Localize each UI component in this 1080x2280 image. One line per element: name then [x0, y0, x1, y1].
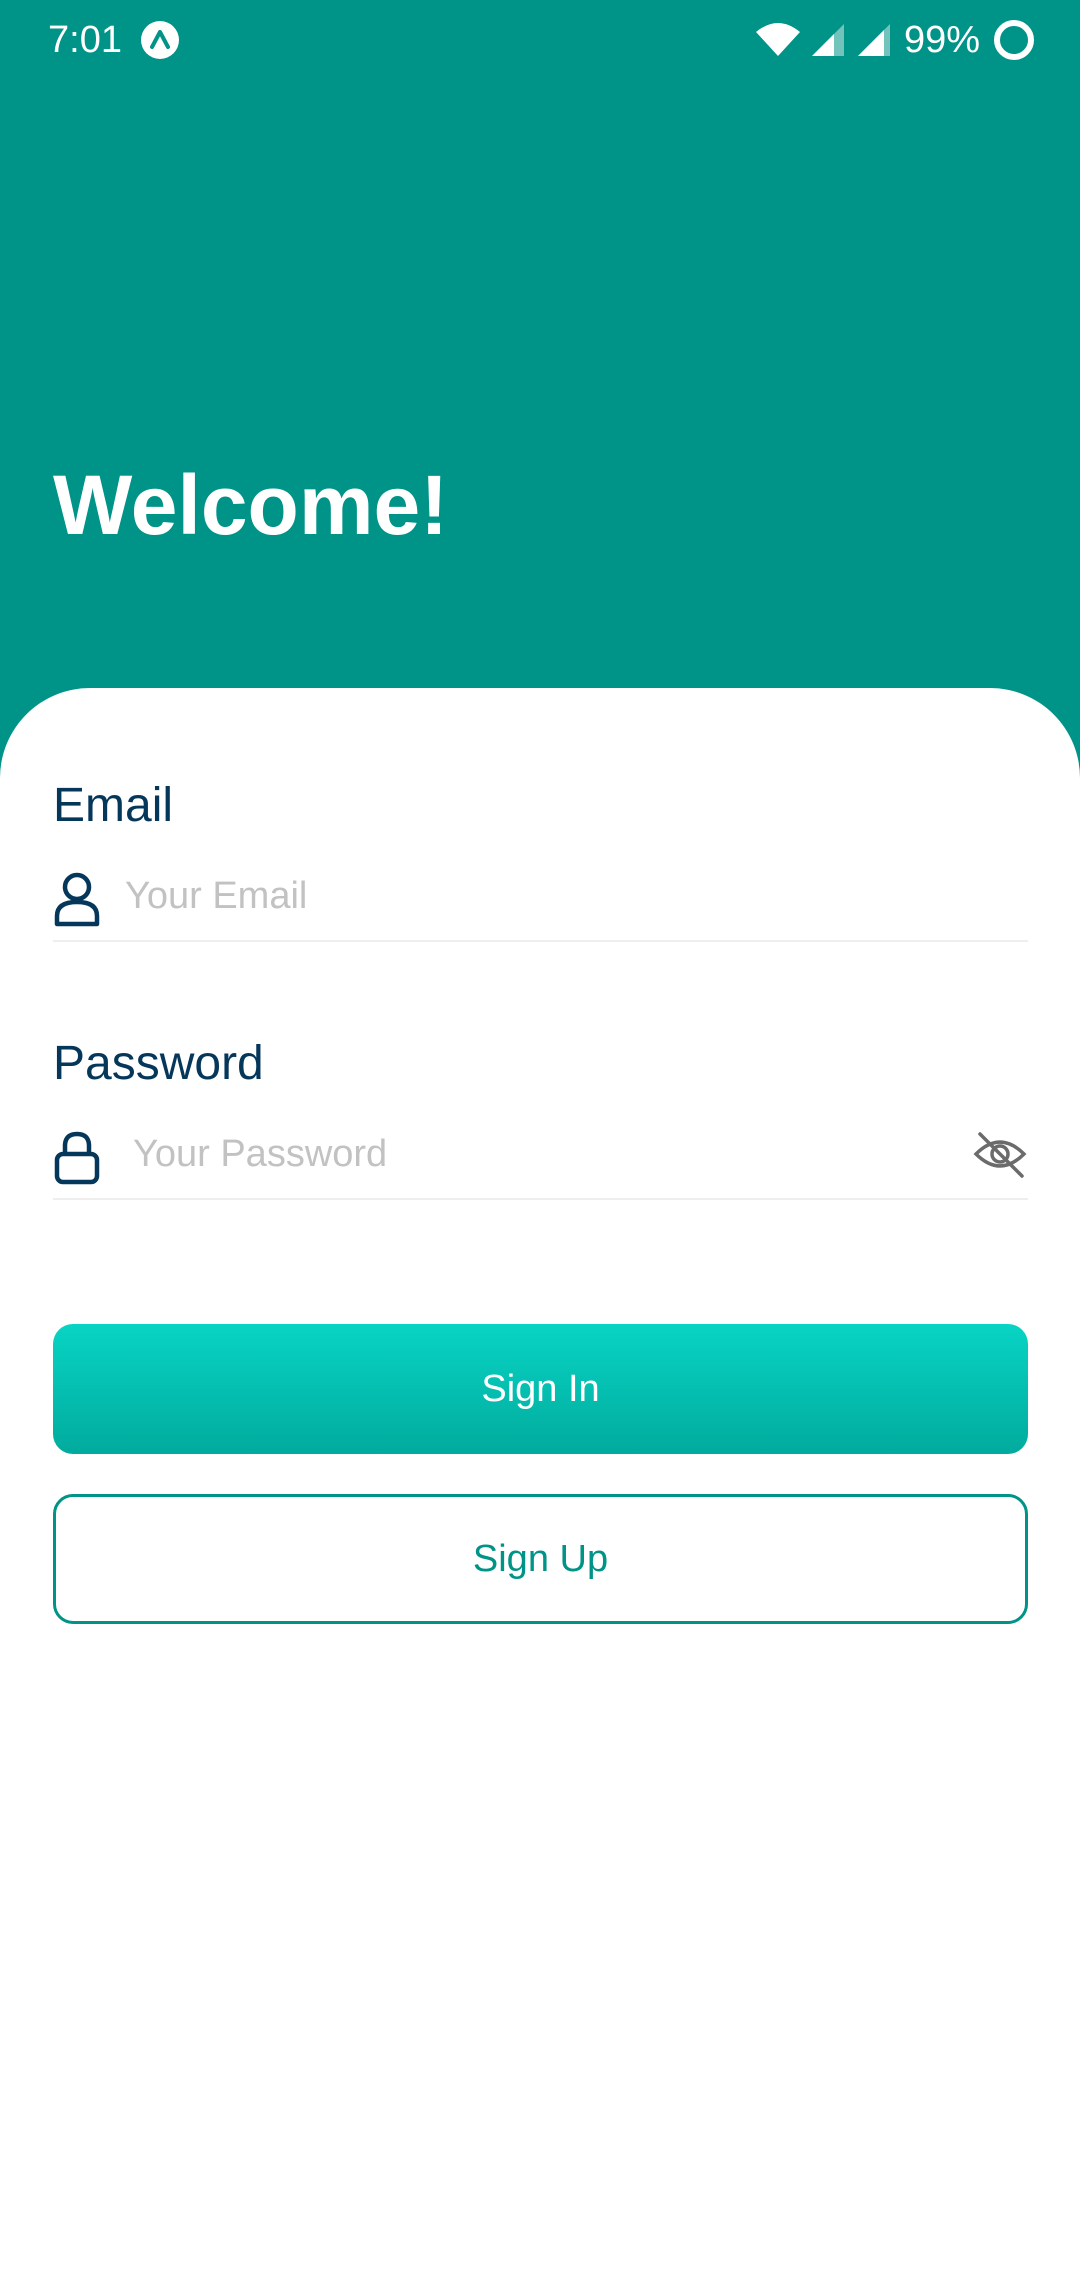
sign-up-button[interactable]: Sign Up — [53, 1494, 1028, 1624]
signal-icon — [812, 24, 844, 56]
status-bar: 7:01 99% — [0, 0, 1080, 80]
signal-icon — [858, 24, 890, 56]
email-label: Email — [53, 779, 174, 832]
email-field-row — [53, 850, 1028, 942]
eye-off-icon[interactable] — [972, 1126, 1028, 1182]
status-indicators: 99% — [740, 0, 1080, 80]
status-time: 7:01 — [48, 19, 122, 61]
password-label: Password — [53, 1037, 264, 1090]
login-form-card: Email Password Sign In Sign Up — [0, 688, 1080, 2280]
battery-percentage: 99% — [904, 19, 981, 61]
welcome-title: Welcome! — [53, 458, 449, 552]
password-input[interactable] — [133, 1124, 933, 1184]
sign-in-button[interactable]: Sign In — [53, 1324, 1028, 1454]
app-notification-icon — [141, 21, 179, 59]
wifi-icon — [756, 23, 800, 56]
battery-saver-icon — [994, 20, 1034, 60]
email-input[interactable] — [125, 866, 1005, 926]
password-field-row — [53, 1108, 1028, 1200]
lock-icon — [54, 1131, 100, 1185]
user-icon — [54, 872, 100, 927]
